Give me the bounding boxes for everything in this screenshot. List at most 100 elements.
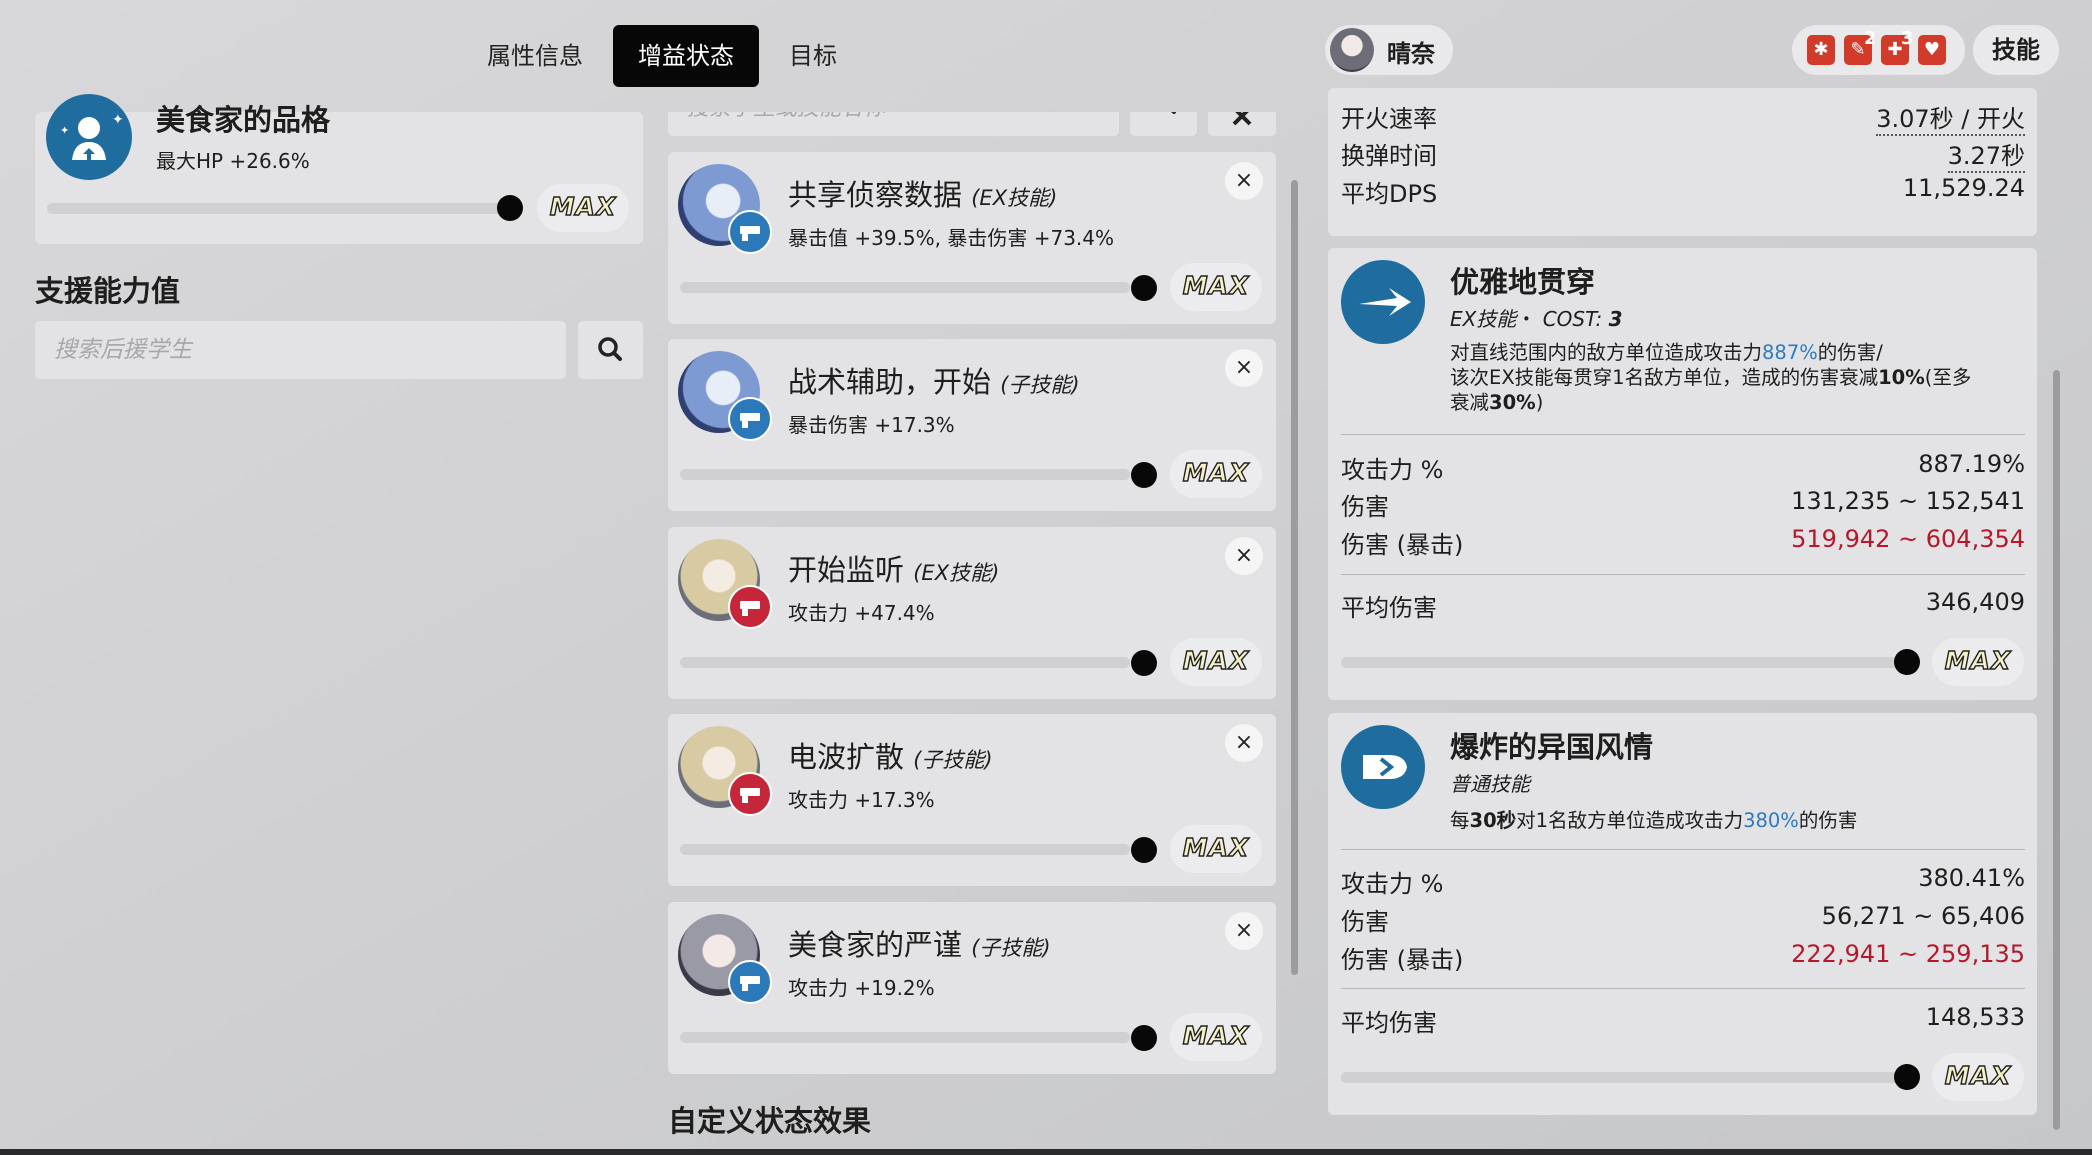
skill-name: 爆炸的异国风情 [1450,730,1654,764]
buff-slider-track[interactable] [680,282,1130,293]
close-icon[interactable]: × [1225,724,1263,762]
stat-value: 3.27秒 [1947,136,2025,173]
header-bar [0,0,1290,112]
stat-label: 平均DPS [1341,180,1438,208]
right-scrollbar[interactable] [2053,370,2060,1130]
buff-title: 美食家的严谨 (子技能) [788,922,1051,964]
custom-effects-heading: 自定义状态效果 [668,1104,872,1138]
buff-card: 战术辅助，开始 (子技能) 暴击伤害 +17.3% × MAX [668,339,1276,511]
buff-effect: 攻击力 +47.4% [788,601,935,625]
equip-slot-3-level: 3 [1901,28,1914,49]
skill-description: 对直线范围内的敌方单位造成攻击力887%的伤害/ 该次EX技能每贯穿1名敌方单位… [1450,340,2022,415]
skill-max-button[interactable]: MAX [1932,638,2024,686]
left-buff-slider-knob[interactable] [497,195,523,221]
desc-text: 每 [1450,809,1470,832]
skill-slider-knob[interactable] [1894,1064,1920,1090]
buff-badge [728,210,772,254]
buff-max-button[interactable]: MAX [1170,825,1262,873]
row-label: 攻击力 % [1341,456,1444,484]
divider [1341,849,2025,850]
buff-max-button[interactable]: MAX [1170,263,1262,311]
buff-max-button[interactable]: MAX [1170,1013,1262,1061]
buff-card: 电波扩散 (子技能) 攻击力 +17.3% × MAX [668,714,1276,886]
skill-atk-row: 攻击力 % 887.19% [1341,450,2025,484]
divider [1341,574,2025,575]
buff-slider-knob[interactable] [1131,837,1157,863]
buff-max-button[interactable]: MAX [1170,638,1262,686]
separator: ・ [1516,307,1537,331]
buff-max-button[interactable]: MAX [1170,450,1262,498]
row-value: 346,409 [1925,588,2025,616]
max-label: MAX [1182,832,1250,862]
buff-effect: 暴击值 +39.5%, 暴击伤害 +73.4% [788,226,1115,250]
max-label: MAX [1944,645,2012,675]
buff-name: 战术辅助，开始 [788,365,992,399]
close-icon[interactable]: × [1225,162,1263,200]
close-icon[interactable]: × [1225,537,1263,575]
cost-value: 3 [1608,307,1623,331]
middle-scrollbar[interactable] [1291,180,1298,975]
student-avatar [1330,28,1374,72]
buff-type: (子技能) [913,748,993,772]
max-label: MAX [1944,1060,2012,1090]
skill-dmg-row: 伤害 131,235 ~ 152,541 [1341,487,2025,521]
row-value: 56,271 ~ 65,406 [1821,902,2025,930]
divider [1341,434,2025,435]
buff-effect: 攻击力 +17.3% [788,788,935,812]
desc-text: (至多 [1924,366,1972,389]
left-buff-slider-track[interactable] [47,203,513,214]
skill-slider-knob[interactable] [1894,649,1920,675]
support-search-input[interactable]: 搜索后援学生 [35,321,566,379]
buff-effect: 攻击力 +19.2% [788,976,935,1000]
buff-slider-knob[interactable] [1131,650,1157,676]
buff-slider-knob[interactable] [1131,275,1157,301]
support-heading: 支援能力值 [35,274,181,308]
support-search-button[interactable] [578,321,643,379]
row-label: 平均伤害 [1341,1009,1437,1037]
cost-label: COST: [1542,307,1603,331]
desc-bold: 30秒 [1469,809,1517,832]
left-buff-max-button[interactable]: MAX [537,184,629,232]
desc-text: 对直线范围内的敌方单位造成攻击力 [1450,341,1763,364]
buff-slider-knob[interactable] [1131,462,1157,488]
skill-slider-track[interactable] [1341,657,1907,668]
desc-text: 的伤害 [1798,809,1858,832]
arrow-pierce-icon [1341,260,1425,344]
max-label: MAX [1182,270,1250,300]
divider [1341,988,2025,989]
buff-slider-knob[interactable] [1131,1025,1157,1051]
skill-dmg-row: 伤害 56,271 ~ 65,406 [1341,902,2025,936]
desc-bold: 30% [1489,391,1536,414]
buff-slider-track[interactable] [680,657,1130,668]
left-buff-effect: 最大HP +26.6% [156,149,310,173]
equipment-chip[interactable]: ✱ ✎ 2 ✚ 3 ♥ [1792,25,1965,75]
close-icon[interactable]: × [1225,912,1263,950]
close-icon[interactable]: × [1225,349,1263,387]
equip-slot-2-level: 2 [1864,28,1877,49]
max-label: MAX [1182,1020,1250,1050]
skill-max-button[interactable]: MAX [1932,1053,2024,1101]
buff-card: 美食家的严谨 (子技能) 攻击力 +19.2% × MAX [668,902,1276,1074]
row-value: 131,235 ~ 152,541 [1791,487,2025,515]
buff-title: 开始监听 (EX技能) [788,547,999,589]
buff-slider-track[interactable] [680,844,1130,855]
equip-gift-icon: ♥ [1918,35,1946,65]
buff-slider-track[interactable] [680,469,1130,480]
buff-slider-track[interactable] [680,1032,1130,1043]
buff-badge [728,772,772,816]
student-chip[interactable]: 晴奈 [1325,25,1453,75]
skill-type-cost: EX技能・ COST: 3 [1450,303,1623,332]
skill-slider-track[interactable] [1341,1072,1907,1083]
buff-title: 电波扩散 (子技能) [788,734,993,776]
skill-description: 每30秒对1名敌方单位造成攻击力380%的伤害 [1450,804,1857,833]
stat-label: 换弹时间 [1341,142,1437,170]
skills-button[interactable]: 技能 [1973,25,2059,75]
bullet-icon [1341,725,1425,809]
search-icon [598,337,622,361]
buff-badge [728,960,772,1004]
buff-title: 战术辅助，开始 (子技能) [788,359,1080,401]
gun-icon [740,413,760,428]
buff-effect: 暴击伤害 +17.3% [788,413,955,437]
stat-row-dps: 平均DPS 11,529.24 [1341,174,2025,208]
row-value: 148,533 [1925,1003,2025,1031]
